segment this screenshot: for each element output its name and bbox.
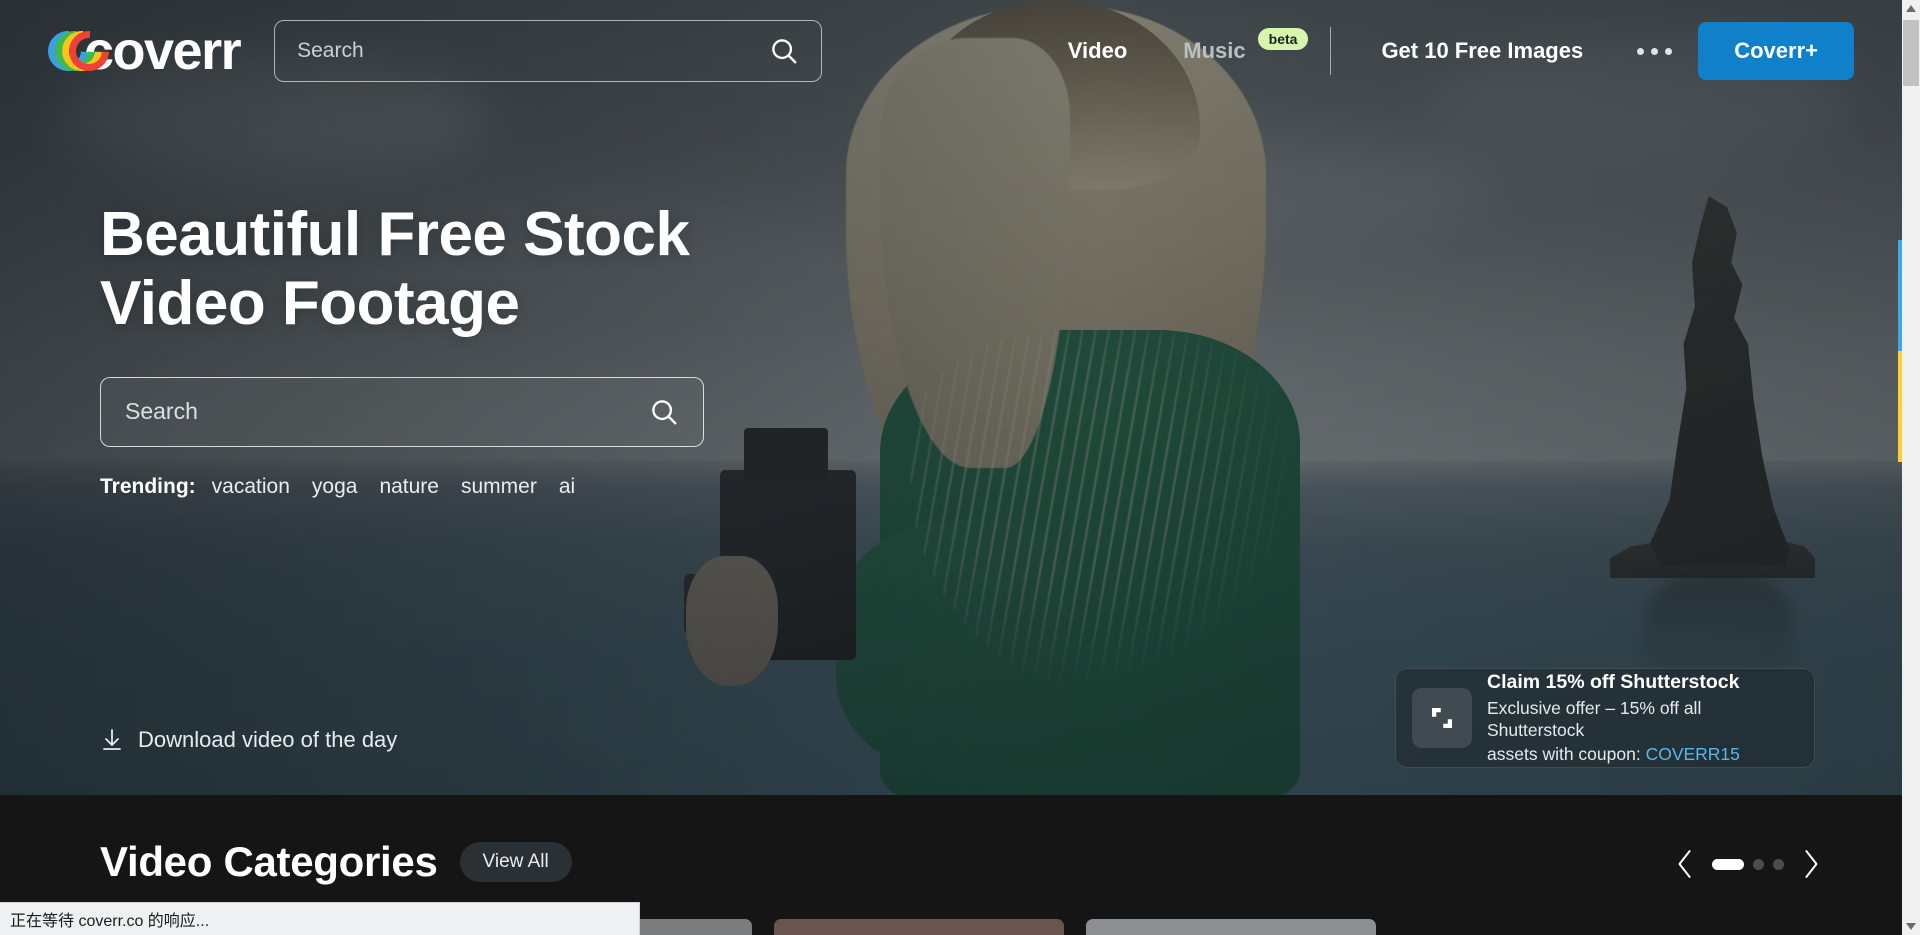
download-icon [103,729,121,750]
hero-heading-line1: Beautiful Free Stock [100,200,690,269]
more-options-icon[interactable] [1611,47,1698,55]
trending-tag-nature[interactable]: nature [379,475,439,499]
download-video-of-the-day-link[interactable]: Download video of the day [100,727,397,753]
chevron-right-icon[interactable] [1800,847,1822,881]
primary-nav: Video Music beta Get 10 Free Images Cove… [1040,22,1854,80]
beta-badge: beta [1257,28,1309,50]
nav-item-video[interactable]: Video [1040,38,1156,64]
categories-title: Video Categories [100,838,438,885]
promo-subtitle-line1: Exclusive offer – 15% off all Shuttersto… [1487,697,1702,740]
promo-coupon-prefix: assets with coupon: [1487,744,1646,765]
promo-title: Claim 15% off Shutterstock [1487,671,1740,694]
search-icon[interactable] [649,397,679,427]
scrollbar-thumb[interactable] [1903,20,1919,86]
coverr-logo[interactable]: coverr [39,21,242,81]
chevron-left-icon[interactable] [1674,847,1696,881]
vertical-scrollbar[interactable] [1902,0,1920,935]
hero-heading-line2: Video Footage [100,269,520,339]
coverr-plus-button[interactable]: Coverr+ [1698,22,1854,80]
site-header: coverr Video Music beta Get 10 Free Imag… [0,0,1902,102]
trending-row: Trending: vacation yoga nature summer ai [100,475,704,499]
carousel-dot-active[interactable] [1712,858,1744,870]
promo-text-block: Claim 15% off Shutterstock Exclusive off… [1487,670,1798,766]
search-icon[interactable] [769,36,799,66]
header-search-box[interactable] [274,20,823,82]
download-link-label: Download video of the day [138,727,398,752]
nav-item-get-free-images[interactable]: Get 10 Free Images [1353,38,1611,64]
categories-carousel-controls [1674,847,1822,881]
status-bar-text: 正在等待 coverr.co 的响应... [10,913,210,930]
nav-item-music[interactable]: Music [1155,38,1253,64]
categories-header: Video Categories View All [100,838,572,886]
shutterstock-promo-card[interactable]: Claim 15% off Shutterstock Exclusive off… [1395,668,1815,768]
trending-label: Trending: [100,474,196,498]
category-thumbnail[interactable] [1086,919,1376,935]
nav-divider [1330,27,1332,75]
carousel-pagination [1712,858,1784,870]
trending-tag-yoga[interactable]: yoga [312,475,358,499]
promo-subtitle-line2: assets with coupon: COVERR15 [1487,743,1798,765]
browser-viewport: coverr Video Music beta Get 10 Free Imag… [0,0,1920,935]
rainbow-logo-icon [39,22,118,80]
hero-search-input[interactable] [125,398,649,426]
shutterstock-logo-icon [1412,688,1472,748]
hero-heading: Beautiful Free Stock Video Footage [100,200,704,339]
promo-coupon-code[interactable]: COVERR15 [1646,744,1740,764]
scroll-down-arrow-icon[interactable] [1902,918,1920,935]
carousel-dot[interactable] [1773,858,1784,870]
hero-search-box[interactable] [100,376,704,447]
trending-tag-vacation[interactable]: vacation [212,475,290,499]
carousel-dot[interactable] [1753,858,1764,870]
trending-tag-summer[interactable]: summer [461,475,537,499]
view-all-button[interactable]: View All [459,842,572,882]
trending-tag-ai[interactable]: ai [559,475,575,499]
hero-content: Beautiful Free Stock Video Footage Trend… [100,200,704,499]
header-search-input[interactable] [297,39,770,63]
browser-status-bar: 正在等待 coverr.co 的响应... [0,902,640,935]
scroll-up-arrow-icon[interactable] [1902,0,1920,17]
category-thumbnail[interactable] [774,919,1064,935]
